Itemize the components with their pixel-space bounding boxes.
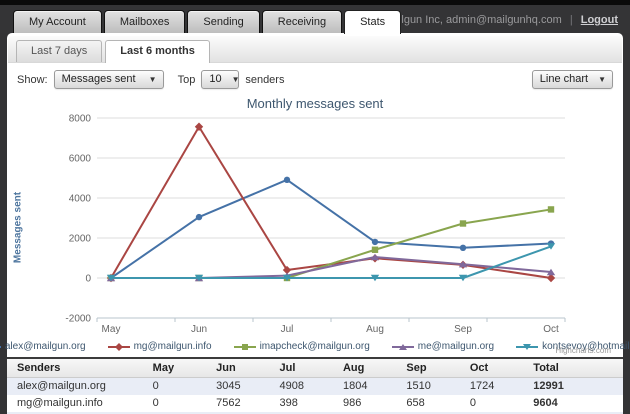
value-cell: 4908 xyxy=(275,377,339,395)
legend-label: me@mailgun.org xyxy=(417,341,495,352)
sender-cell: alex@mailgun.org xyxy=(7,377,149,395)
x-tick-label: May xyxy=(102,324,121,335)
main-tab-stats[interactable]: Stats xyxy=(344,10,402,34)
chart-title: Monthly messages sent xyxy=(246,96,384,111)
y-tick-label: 8000 xyxy=(69,114,92,125)
column-header-may: May xyxy=(148,358,213,378)
top-label: Top xyxy=(177,73,196,86)
period-tab-bar: Last 7 days Last 6 months xyxy=(8,36,622,63)
table-row: mg@mailgun.info 0 7562 398 986 658 0 9604 xyxy=(7,395,623,412)
total-cell: 9604 xyxy=(533,397,558,409)
diamond-series-icon xyxy=(107,342,130,351)
total-cell: 12991 xyxy=(529,377,623,395)
legend-label: mg@mailgun.info xyxy=(133,341,212,352)
show-label: Show: xyxy=(17,73,48,86)
y-axis-title: Messages sent xyxy=(12,191,24,264)
x-tick-label: Sep xyxy=(454,324,472,335)
chevron-down-icon: ▼ xyxy=(148,74,157,84)
legend-label: imapcheck@mailgun.org xyxy=(259,341,370,352)
period-tab-last-7-days[interactable]: Last 7 days xyxy=(16,40,103,62)
y-tick-label: -2000 xyxy=(65,314,91,325)
senders-label: senders xyxy=(245,73,285,86)
show-select[interactable]: Messages sent ▼ xyxy=(53,70,164,89)
value-cell: 0 xyxy=(152,397,159,409)
chart-legend: alex@mailgun.org mg@mailgun.info imapcheck… xyxy=(0,339,630,354)
top-select[interactable]: 10 ▼ xyxy=(201,70,240,89)
legend-item-alex@mailgun.org[interactable]: alex@mailgun.org xyxy=(0,341,86,352)
value-cell: 398 xyxy=(279,397,298,409)
column-header-jul: Jul xyxy=(275,358,339,378)
column-header-total: Total xyxy=(529,358,623,378)
y-tick-label: 4000 xyxy=(69,194,92,205)
chart-type-select[interactable]: Line chart ▼ xyxy=(531,70,613,89)
sender-cell: mg@mailgun.info xyxy=(17,397,103,409)
triangle-series-icon xyxy=(391,343,414,350)
value-cell: 1510 xyxy=(402,377,466,395)
content-panel: Last 7 days Last 6 months Show: Messages … xyxy=(0,33,630,414)
chevron-down-icon: ▼ xyxy=(598,74,606,84)
square-series-icon xyxy=(233,343,256,350)
x-tick-label: Oct xyxy=(543,324,559,335)
line-chart: 8000 6000 4000 2000 0 -2000 May Jun Jul Aug Sep Oct xyxy=(65,114,566,335)
account-text: Mailgun Inc, admin@mailgunhq.com xyxy=(383,14,562,26)
y-tick-label: 6000 xyxy=(69,154,92,165)
top-select-value: 10 xyxy=(209,73,222,85)
legend-label: alex@mailgun.org xyxy=(4,341,86,352)
value-cell: 0 xyxy=(469,397,476,409)
account-info: Mailgun Inc, admin@mailgunhq.com | Logou… xyxy=(384,14,618,26)
highcharts-credits[interactable]: Highcharts.com xyxy=(555,346,611,355)
legend-item-mg@mailgun.info[interactable]: mg@mailgun.info xyxy=(107,341,212,352)
show-select-value: Messages sent xyxy=(61,73,136,85)
main-tab-sending[interactable]: Sending xyxy=(187,10,260,33)
chart-controls: Show: Messages sent ▼ Top 10 ▼ senders L… xyxy=(7,63,623,94)
y-tick-label: 0 xyxy=(85,274,91,285)
chart-type-value: Line chart xyxy=(539,73,589,85)
y-tick-label: 2000 xyxy=(69,234,92,245)
value-cell: 658 xyxy=(406,397,425,409)
circle-series-icon xyxy=(0,345,1,348)
chevron-down-icon: ▼ xyxy=(231,74,240,84)
value-cell: 1724 xyxy=(465,377,530,395)
x-tick-label: Jul xyxy=(281,324,294,335)
value-cell: 3045 xyxy=(212,377,276,395)
main-header: My Account Mailboxes Sending Receiving Stats… xyxy=(0,5,630,34)
value-cell: 0 xyxy=(148,377,213,395)
logout-link[interactable]: Logout xyxy=(581,14,618,26)
main-tab-mailboxes[interactable]: Mailboxes xyxy=(103,10,186,33)
legend-item-me@mailgun.org[interactable]: me@mailgun.org xyxy=(391,341,495,352)
column-header-oct: Oct xyxy=(465,358,530,378)
value-cell: 986 xyxy=(342,397,362,409)
value-cell: 7562 xyxy=(216,397,241,409)
column-header-senders: Senders xyxy=(7,358,149,378)
separator: | xyxy=(569,14,573,26)
period-tab-last-6-months[interactable]: Last 6 months xyxy=(105,40,210,63)
triangle-down-series-icon xyxy=(516,343,539,350)
column-header-aug: Aug xyxy=(338,358,403,378)
table-header-row: Senders May Jun Jul Aug Sep Oct Total xyxy=(7,358,623,378)
x-tick-label: Jun xyxy=(191,324,207,335)
column-header-jun: Jun xyxy=(212,358,276,378)
senders-table: Senders May Jun Jul Aug Sep Oct Total alex@mail… xyxy=(7,357,623,414)
legend-item-imapcheck@mailgun.org[interactable]: imapcheck@mailgun.org xyxy=(233,341,370,352)
main-tab-my-account[interactable]: My Account xyxy=(13,10,102,33)
chart-container: Monthly messages sent Messages sent 8000… xyxy=(0,94,630,355)
value-cell: 1804 xyxy=(338,377,403,395)
x-tick-label: Aug xyxy=(366,324,384,335)
column-header-sep: Sep xyxy=(402,358,466,378)
table-row: alex@mailgun.org 0 3045 4908 1804 1510 1724 129… xyxy=(7,377,623,395)
series-mg@mailgun.info[interactable] xyxy=(106,122,556,283)
main-tab-receiving[interactable]: Receiving xyxy=(261,10,343,33)
series-kontsevoy@hotmail.com[interactable] xyxy=(106,243,556,282)
